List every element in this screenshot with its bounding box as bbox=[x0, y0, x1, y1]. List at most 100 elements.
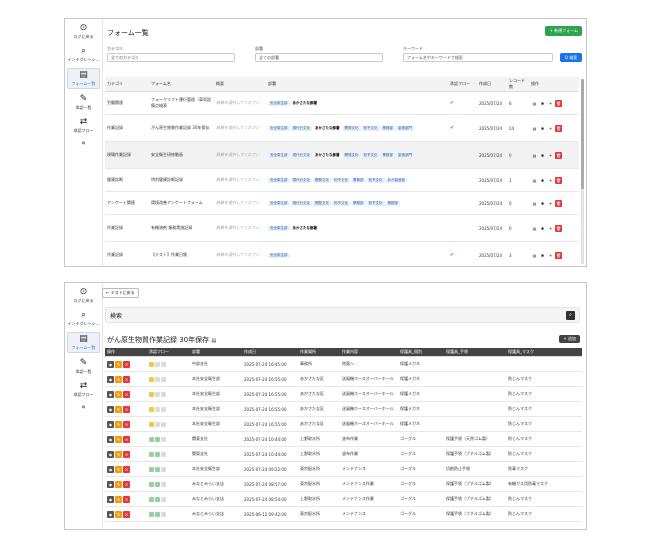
delete-icon[interactable]: ✕ bbox=[123, 390, 130, 398]
edit-icon[interactable]: ✎ bbox=[115, 375, 122, 383]
edit-icon[interactable]: ✎ bbox=[115, 360, 122, 368]
table-row[interactable]: 現場作業記録 安全衛生研修動画 概要を選択してください 安全衛生部 現代分文化 あかさたな… bbox=[105, 141, 579, 169]
column-header[interactable]: 操作 bbox=[529, 77, 579, 92]
trash-icon[interactable]: 🗑 bbox=[555, 176, 562, 184]
link-icon[interactable]: ⚭ bbox=[547, 225, 554, 232]
search-icon[interactable]: ⌕ bbox=[566, 311, 575, 320]
view-icon[interactable]: ◉ bbox=[107, 465, 114, 473]
gear-icon[interactable]: ✱ bbox=[539, 225, 546, 232]
view-icon[interactable]: ◉ bbox=[107, 450, 114, 458]
view-icon[interactable]: ◉ bbox=[107, 390, 114, 398]
view-icon[interactable]: ◉ bbox=[107, 495, 114, 503]
form-name-cell[interactable]: 【テスト】作業日報 bbox=[149, 241, 214, 266]
trash-icon[interactable]: 🗑 bbox=[555, 251, 562, 259]
view-icon[interactable]: ◉ bbox=[107, 420, 114, 428]
form-name-cell[interactable]: 安全衛生研修動画 bbox=[149, 141, 214, 169]
column-header[interactable]: 部署 bbox=[266, 77, 448, 92]
add-record-button[interactable]: + 追加 bbox=[559, 335, 580, 343]
collapse-icon[interactable]: « bbox=[65, 139, 102, 147]
link-icon[interactable]: ⚭ bbox=[547, 177, 554, 184]
form-name-cell[interactable]: がん原生物質作業記録 30年保存 bbox=[149, 114, 214, 142]
column-header[interactable]: 概要 bbox=[214, 77, 266, 92]
table-icon[interactable]: ▤ bbox=[211, 338, 216, 344]
column-header[interactable]: 作業内容 bbox=[340, 348, 398, 357]
column-header[interactable]: 承認フロー bbox=[448, 77, 477, 92]
delete-icon[interactable]: ✕ bbox=[123, 375, 130, 383]
view-icon[interactable]: ◉ bbox=[107, 375, 114, 383]
delete-icon[interactable]: ✕ bbox=[123, 450, 130, 458]
sidebar-item-integration[interactable]: ⌕ インテグレーシ... bbox=[67, 45, 100, 64]
gear-icon[interactable]: ✱ bbox=[539, 125, 546, 132]
table-icon[interactable]: ▤ bbox=[531, 177, 538, 184]
form-name-cell[interactable]: 特別健康診断記録 bbox=[149, 168, 214, 192]
gear-icon[interactable]: ✱ bbox=[539, 252, 546, 259]
gear-icon[interactable]: ✱ bbox=[539, 152, 546, 159]
column-header[interactable]: 操作 bbox=[105, 348, 147, 357]
table-row[interactable]: ◉ ✎ ✕ · · · みなとみらい支店 2025-07-24 08:54:00 上野取水所 メン… bbox=[105, 491, 582, 507]
sidebar-item-approval-list[interactable]: ✎ 承認一覧 bbox=[67, 93, 100, 112]
view-icon[interactable]: ◉ bbox=[107, 405, 114, 413]
scrollbar[interactable] bbox=[581, 79, 584, 264]
gear-icon[interactable]: ✱ bbox=[539, 200, 546, 207]
edit-icon[interactable]: ✎ bbox=[115, 390, 122, 398]
form-name-cell[interactable]: フォークリフト運行管理（車両設備点検表 bbox=[149, 91, 214, 115]
trash-icon[interactable]: 🗑 bbox=[555, 124, 562, 132]
table-row[interactable]: ◉ ✎ ✕ · · · 関東支社 2025-07-24 10:44:00 上野取水所 塗布作業 ゴー… bbox=[105, 446, 582, 462]
column-header[interactable]: 作業場所 bbox=[298, 348, 340, 357]
edit-icon[interactable]: ✎ bbox=[115, 450, 122, 458]
table-row[interactable]: 健康診断 特別健康診断記録 概要を選択してください 安全衛生部 現代分文化 開発文化 知予文… bbox=[105, 168, 579, 192]
table-row[interactable]: ◉ ✎ ✕ · · · 関東支社 2025-07-24 10:44:00 上野取水所 塗布作業 ゴー… bbox=[105, 431, 582, 447]
edit-icon[interactable]: ✎ bbox=[115, 480, 122, 488]
table-row[interactable]: ◉ ✎ ✕ · · · 中部支社 2025-07-24 16:45:00 事務所 除菌へ 保護メガネ bbox=[105, 356, 582, 372]
edit-icon[interactable]: ✎ bbox=[115, 495, 122, 503]
delete-icon[interactable]: ✕ bbox=[123, 435, 130, 443]
table-row[interactable]: 作業記録 有機溶剤 業務実施記録 概要を選択してください 安全衛生部 あかさたな部署 20… bbox=[105, 214, 579, 242]
form-name-cell[interactable]: 環境改善アンケートフォーム bbox=[149, 191, 214, 215]
dept-select[interactable]: 全ての部署 bbox=[255, 53, 383, 62]
column-header[interactable]: カテゴリ bbox=[105, 77, 149, 92]
link-icon[interactable]: ⚭ bbox=[547, 152, 554, 159]
link-icon[interactable]: ⚭ bbox=[547, 252, 554, 259]
table-row[interactable]: ◉ ✎ ✕ · · · みなとみらい支店 2025-07-24 08:57:00 東京配水所 メン… bbox=[105, 476, 582, 492]
table-icon[interactable]: ▤ bbox=[531, 225, 538, 232]
new-form-button[interactable]: + 新規フォーム bbox=[545, 26, 582, 36]
delete-icon[interactable]: ✕ bbox=[123, 465, 130, 473]
link-icon[interactable]: ⚭ bbox=[547, 200, 554, 207]
link-icon[interactable]: ⚭ bbox=[547, 125, 554, 132]
edit-icon[interactable]: ✎ bbox=[115, 420, 122, 428]
delete-icon[interactable]: ✕ bbox=[123, 420, 130, 428]
delete-icon[interactable]: ✕ bbox=[123, 495, 130, 503]
sidebar-item-back[interactable]: ⊙ ログに戻る bbox=[67, 286, 100, 305]
column-header[interactable]: フォーム名 bbox=[149, 77, 214, 92]
edit-icon[interactable]: ✎ bbox=[115, 405, 122, 413]
table-row[interactable]: 作業記録 【テスト】作業日報 概要を選択してください 安全衛生部 ✔ 2025/07/24… bbox=[105, 241, 579, 266]
view-icon[interactable]: ◉ bbox=[107, 435, 114, 443]
table-icon[interactable]: ▤ bbox=[531, 100, 538, 107]
table-icon[interactable]: ▤ bbox=[531, 125, 538, 132]
table-row[interactable]: ◉ ✎ ✕ · · · 本社安全衛生部 2025-07-24 16:55:00 あかさたな区 送風… bbox=[105, 416, 582, 432]
view-icon[interactable]: ◉ bbox=[107, 360, 114, 368]
view-icon[interactable]: ◉ bbox=[107, 480, 114, 488]
gear-icon[interactable]: ✱ bbox=[539, 100, 546, 107]
search-panel[interactable]: 検索 ⌕ bbox=[105, 307, 580, 323]
delete-icon[interactable]: ✕ bbox=[123, 405, 130, 413]
trash-icon[interactable]: 🗑 bbox=[555, 151, 562, 159]
column-header[interactable]: 承認フロー bbox=[147, 348, 190, 357]
delete-icon[interactable]: ✕ bbox=[123, 510, 130, 518]
sidebar-item-approval-flow[interactable]: ⇄ 承認フロー bbox=[67, 116, 100, 135]
trash-icon[interactable]: 🗑 bbox=[555, 224, 562, 232]
table-icon[interactable]: ▤ bbox=[531, 200, 538, 207]
sidebar-item-approval-list[interactable]: ✎ 承認一覧 bbox=[67, 357, 100, 376]
table-row[interactable]: ◉ ✎ ✕ · · · 本社安全衛生部 2025-07-24 16:55:00 あかさたな区 送風… bbox=[105, 371, 582, 387]
edit-icon[interactable]: ✎ bbox=[115, 435, 122, 443]
collapse-icon[interactable]: « bbox=[65, 403, 102, 411]
table-icon[interactable]: ▤ bbox=[531, 152, 538, 159]
view-icon[interactable]: ◉ bbox=[107, 510, 114, 518]
column-header[interactable]: 作成日 bbox=[477, 77, 507, 92]
edit-icon[interactable]: ✎ bbox=[115, 510, 122, 518]
trash-icon[interactable]: 🗑 bbox=[555, 99, 562, 107]
sidebar-item-approval-flow[interactable]: ⇄ 承認フロー bbox=[67, 380, 100, 399]
back-button[interactable]: ← テストに戻る bbox=[102, 288, 139, 298]
column-header[interactable]: 保護具_マスク bbox=[506, 348, 582, 357]
edit-icon[interactable]: ✎ bbox=[115, 465, 122, 473]
